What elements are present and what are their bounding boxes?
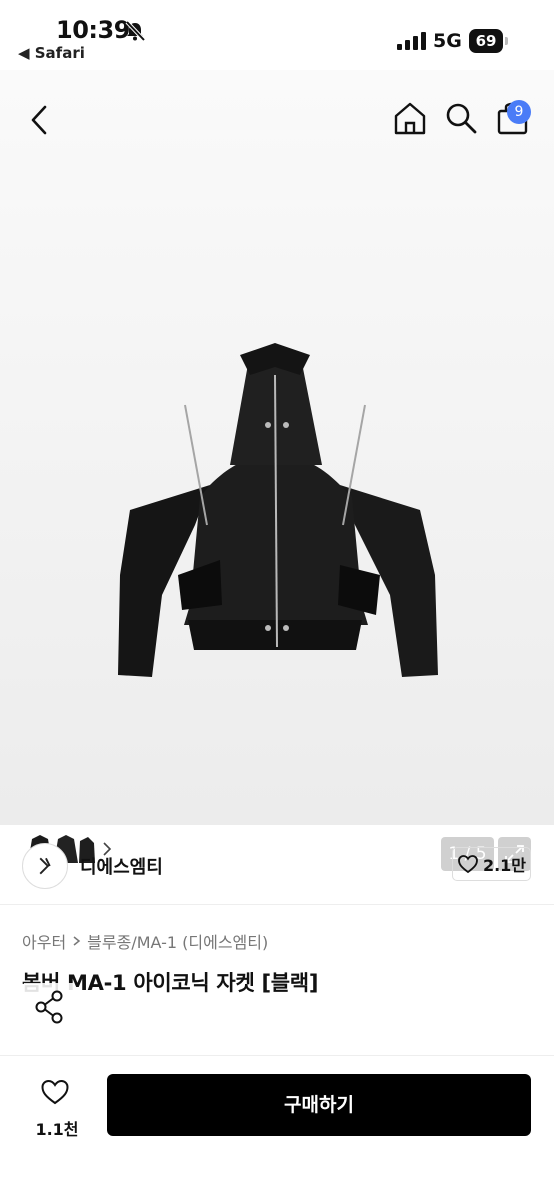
- heart-icon: [41, 1079, 69, 1105]
- back-arrow-icon[interactable]: [22, 98, 58, 142]
- share-icon[interactable]: [24, 983, 74, 1031]
- bottom-action-bar: 1.1천 구매하기: [0, 1055, 554, 1200]
- brand-row[interactable]: 디에스엠티 2.1만: [0, 825, 554, 905]
- product-gallery[interactable]: 9 1 / 5: [0, 70, 554, 873]
- battery-level: 69: [469, 29, 503, 53]
- signal-icon: [397, 32, 426, 50]
- wishlist-button[interactable]: 1.1천: [30, 1078, 84, 1146]
- battery-icon: 69: [469, 29, 509, 53]
- buy-button[interactable]: 구매하기: [107, 1074, 531, 1136]
- wishlist-count: 1.1천: [35, 1120, 79, 1139]
- brand-logo[interactable]: [22, 843, 68, 889]
- brand-name[interactable]: 디에스엠티: [80, 853, 163, 879]
- product-image-jacket[interactable]: [90, 275, 460, 705]
- network-type: 5G: [433, 30, 462, 52]
- back-to-safari[interactable]: ◀ Safari: [18, 44, 85, 62]
- breadcrumb-category[interactable]: 아우터: [22, 929, 66, 953]
- brand-like-button[interactable]: 2.1만: [452, 847, 531, 881]
- heart-icon: [458, 855, 478, 874]
- cart-count-badge: 9: [507, 100, 531, 124]
- breadcrumb: 아우터 블루종/MA-1 (디에스엠티): [22, 929, 268, 953]
- home-icon[interactable]: [392, 100, 428, 136]
- search-icon[interactable]: [443, 100, 479, 136]
- breadcrumb-subcategory[interactable]: 블루종/MA-1 (디에스엠티): [87, 929, 268, 953]
- brand-like-count: 2.1만: [482, 856, 527, 875]
- chevron-right-icon: [73, 936, 81, 946]
- bell-muted-icon: [125, 20, 146, 42]
- status-time: 10:39: [56, 16, 130, 44]
- status-bar: 10:39 ◀ Safari 5G 69: [0, 0, 554, 70]
